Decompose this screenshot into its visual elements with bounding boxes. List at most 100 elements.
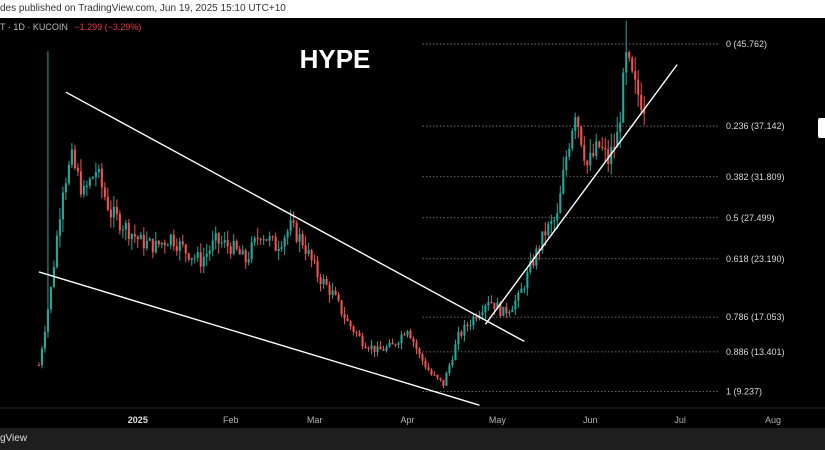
fib-label-7: 1 (9.237) (726, 386, 762, 396)
candle-body (421, 354, 424, 361)
candle-body (130, 234, 133, 239)
candle-body (79, 171, 82, 195)
candle-body (304, 245, 307, 254)
candle-body (595, 141, 598, 156)
candle-body (571, 130, 574, 149)
candle-body (280, 246, 283, 249)
candle-body (445, 372, 448, 386)
candle-body (505, 306, 508, 314)
candle-body (256, 237, 259, 240)
candle-body (637, 79, 640, 95)
candle-body (85, 185, 88, 187)
candle-body (415, 342, 418, 349)
candle-body (103, 187, 106, 197)
candle-body (358, 333, 361, 336)
candle-body (97, 168, 100, 173)
candle-body (514, 300, 517, 310)
candle-body (94, 172, 97, 178)
fib-label-5: 0.786 (17.053) (726, 312, 785, 322)
candle-body (625, 52, 628, 73)
candle-body (91, 177, 94, 179)
candle-body (259, 239, 262, 241)
candle-body (472, 316, 475, 326)
candle-body (328, 284, 331, 295)
time-tick-label: May (489, 415, 507, 425)
candle-body (361, 335, 364, 347)
trendline-wedge-upper (65, 91, 525, 343)
candle-body (226, 240, 229, 247)
scroll-handle[interactable] (818, 118, 825, 138)
candle-body (373, 345, 376, 353)
candle-body (283, 237, 286, 247)
candle-body (589, 152, 592, 166)
candle-body (139, 234, 142, 240)
candle-body (454, 344, 457, 360)
candle-body (319, 277, 322, 285)
candle-body (622, 72, 625, 123)
candle-body (247, 259, 250, 263)
candle-body (163, 242, 166, 246)
candle-body (376, 346, 379, 353)
candle-body (586, 160, 589, 166)
fib-label-0: 0 (45.762) (726, 39, 767, 49)
candle-body (223, 240, 226, 243)
fibonacci-levels: 0 (45.762) 0.236 (37.142) 0.382 (31.809) 0.… (422, 39, 785, 396)
candle-body (592, 152, 595, 156)
brand-text: gView (0, 433, 28, 444)
candle-body (202, 256, 205, 267)
candle-body (370, 345, 373, 350)
candle-body (631, 57, 634, 72)
candle-body (379, 346, 382, 350)
candle-body (457, 331, 460, 345)
candle-body (400, 334, 403, 344)
candle-body (430, 370, 433, 375)
time-tick-label: Feb (223, 415, 239, 425)
candle-body (598, 141, 601, 147)
candle-body (169, 234, 172, 245)
candle-body (244, 250, 247, 263)
candle-body (298, 234, 301, 242)
candle-body (475, 316, 478, 319)
candle-body (601, 146, 604, 148)
candle-body (235, 241, 238, 250)
candle-body (409, 331, 412, 339)
candle-body (217, 233, 220, 244)
time-tick-label: Mar (307, 415, 323, 425)
candle-body (271, 236, 274, 238)
candle-body (184, 244, 187, 254)
candle-body (37, 365, 40, 367)
candle-body (517, 292, 520, 301)
candle-body (193, 257, 196, 259)
candle-body (46, 309, 49, 332)
publish-info-text: des published on TradingView.com, Jun 19… (0, 3, 286, 14)
candle-body (484, 305, 487, 313)
time-tick-label: Jun (583, 415, 598, 425)
candle-body (490, 301, 493, 303)
candle-body (340, 300, 343, 315)
candle-body (424, 360, 427, 368)
candle-body (307, 250, 310, 254)
candle-body (523, 288, 526, 290)
candles (37, 20, 646, 389)
candle-body (142, 234, 145, 249)
publish-info-bar: des published on TradingView.com, Jun 19… (0, 0, 825, 18)
candle-body (343, 314, 346, 319)
candle-body (70, 149, 73, 165)
candle-body (232, 241, 235, 254)
candle-body (316, 261, 319, 278)
candle-body (274, 236, 277, 251)
candle-body (460, 331, 463, 336)
candle-body (640, 94, 643, 110)
candle-body (208, 250, 211, 254)
fib-label-1: 0.236 (37.142) (726, 121, 785, 131)
candle-body (100, 168, 103, 188)
candle-body (310, 250, 313, 261)
candle-body (364, 346, 367, 349)
candle-body (352, 326, 355, 333)
candle-body (253, 237, 256, 243)
candle-body (160, 242, 163, 245)
candle-body (250, 242, 253, 260)
candle-body (265, 239, 268, 241)
candle-body (406, 331, 409, 336)
candle-body (55, 235, 58, 268)
